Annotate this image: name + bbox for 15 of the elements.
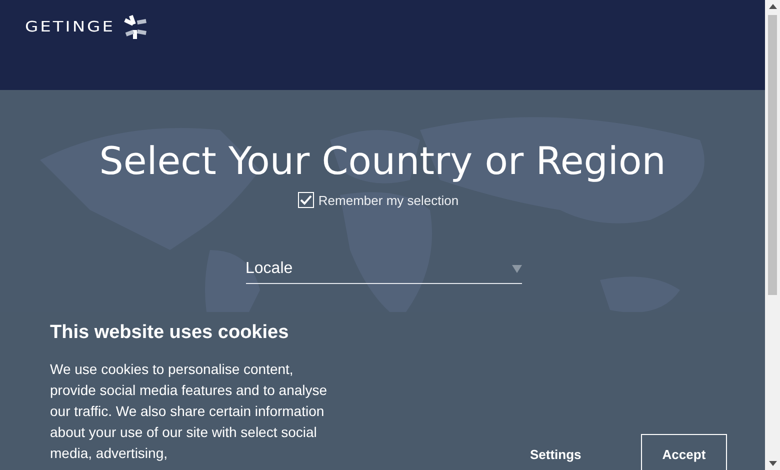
scroll-down-icon[interactable]	[768, 461, 776, 466]
page-title: Select Your Country or Region	[99, 138, 666, 184]
accept-button[interactable]: Accept	[641, 434, 727, 470]
locale-dropdown[interactable]: Locale	[246, 260, 522, 284]
remember-label: Remember my selection	[318, 192, 459, 208]
scroll-up-icon[interactable]	[768, 4, 776, 9]
logo-icon	[122, 15, 147, 39]
scrollbar-thumb[interactable]	[768, 15, 777, 295]
settings-button[interactable]: Settings	[510, 435, 602, 470]
scrollbar[interactable]	[765, 0, 780, 470]
logo-text: GETINGE	[25, 18, 115, 38]
cookie-text: We use cookies to personalise content, provide social media features and to analyse our traffic. We also share certain information about your use of our site with select social media, advertising,	[50, 360, 328, 463]
caret-icon	[512, 265, 522, 273]
cookie-title: This website uses cookies	[50, 322, 290, 344]
remember-checkbox[interactable]	[298, 192, 314, 208]
